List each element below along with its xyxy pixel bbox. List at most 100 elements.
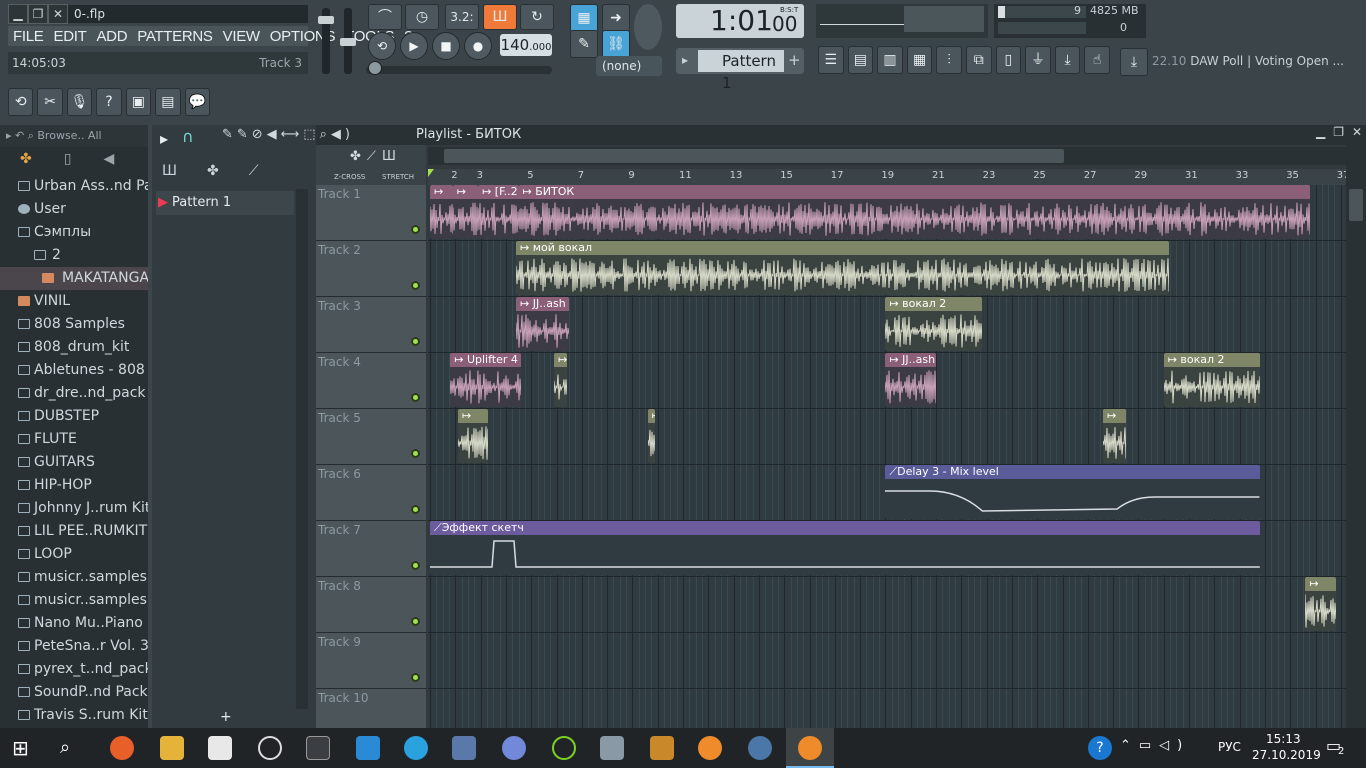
playlist-clip[interactable]: ↦ <box>1305 577 1336 631</box>
browser-all-icon[interactable]: ✤ <box>20 151 32 167</box>
track-header[interactable]: Track 6 <box>316 465 426 521</box>
browser-item[interactable]: Johnny J..rum Kit <box>0 497 150 520</box>
record-audio-icon[interactable]: 🎙 <box>66 88 93 116</box>
edit-tools-icon[interactable]: ✎✎⊘◀⟷⬚⌕◀) <box>222 127 354 142</box>
track-header[interactable]: Track 8 <box>316 577 426 633</box>
song-position-display[interactable]: 1:01 00 B:S:T <box>676 4 804 38</box>
playlist-clip[interactable]: ↦ <box>647 409 656 463</box>
browser-item[interactable]: dr_dre..nd_pack <box>0 382 148 405</box>
playlist-clip[interactable]: ↦ вокал 2 <box>885 297 982 351</box>
firefox-icon[interactable] <box>110 736 134 760</box>
automation-icon[interactable]: ⟋ <box>249 163 259 179</box>
blend-notes-icon[interactable]: Ш <box>483 4 517 30</box>
language-indicator[interactable]: РУС <box>1218 740 1241 754</box>
track-mute-led[interactable] <box>411 225 420 234</box>
metronome-icon[interactable]: ◷ <box>405 4 439 30</box>
file-explorer-icon[interactable] <box>160 736 184 760</box>
browser-item[interactable]: GUITARS <box>0 451 148 474</box>
vscroll-thumb[interactable] <box>1349 189 1363 221</box>
clip-header[interactable]: ↦ JJ..ash <box>516 297 570 311</box>
timeline-ruler[interactable]: 2 3 5 7 9 11 13 15 17 19 21 23 25 27 29 31 33 35 37 <box>428 169 1352 185</box>
mixer-icon[interactable]: ☰ <box>818 46 844 74</box>
playlist-clip[interactable]: ↦ мой вокал <box>516 241 1169 295</box>
track-header[interactable]: Track 9 <box>316 633 426 689</box>
clip-header[interactable]: ↦ <box>1305 577 1336 591</box>
browser-item[interactable]: SoundP..nd Pack <box>0 681 148 704</box>
play-button[interactable]: ▶ <box>400 32 428 60</box>
playlist-arrow-icon[interactable]: ▸ <box>160 129 168 148</box>
news-ticker[interactable]: 22.10 DAW Poll | Voting Open ... <box>1152 50 1344 72</box>
clip-header[interactable]: ⟋Эффект скетч <box>430 521 1260 535</box>
track-mute-led[interactable] <box>411 617 420 626</box>
tempo-mode-button[interactable]: 3.2: <box>445 4 479 30</box>
playlist-grid[interactable]: ↦ ↦ ↦ [F..2 ↦ БИТОК ↦ мой вокал ↦ JJ..ash ↦ … <box>428 185 1352 730</box>
game-icon[interactable] <box>600 736 624 760</box>
browser-item[interactable]: Travis S..rum Kit <box>0 704 148 727</box>
search-icon[interactable]: ⌕ <box>60 736 84 760</box>
telegram-icon[interactable] <box>404 736 428 760</box>
record-mode-icon[interactable]: ⌒ <box>368 4 402 30</box>
clip-header[interactable]: ↦ [F..2 <box>478 185 519 199</box>
pattern-prev-icon[interactable]: ▸ <box>682 53 688 67</box>
chat-icon[interactable]: 💬 <box>184 88 210 116</box>
clip-header[interactable]: ↦ <box>647 409 656 423</box>
pencil-tool-icon[interactable]: ✎ <box>570 30 598 58</box>
system-tray-icons[interactable]: ⌃▭◁) <box>1120 738 1190 753</box>
track-header[interactable]: Track 2 <box>316 241 426 297</box>
clip-header[interactable]: ↦ вокал 2 <box>1163 353 1260 367</box>
browser-item[interactable]: 808_drum_kit <box>0 336 148 359</box>
browser-item[interactable]: 2 <box>0 244 148 267</box>
undo-history-icon[interactable]: ⟲ <box>8 88 34 116</box>
track-mute-led[interactable] <box>411 393 420 402</box>
clip-header[interactable]: ↦ <box>452 185 479 199</box>
add-pattern-button[interactable]: + <box>220 709 232 725</box>
browser-item[interactable]: VINIL <box>0 290 148 313</box>
track-mute-led[interactable] <box>411 673 420 682</box>
browser-item[interactable]: Сэмплы <box>0 221 148 244</box>
stop-button[interactable]: ■ <box>432 32 460 60</box>
pattern-list-item[interactable]: ▶ Pattern 1 <box>156 191 294 215</box>
audio-icon[interactable]: ✤ <box>207 163 219 179</box>
vk-icon[interactable] <box>748 736 772 760</box>
help-icon[interactable]: ? <box>96 88 122 116</box>
tray-date[interactable]: 27.10.2019 <box>1252 748 1321 762</box>
clip-header[interactable]: ↦ БИТОК <box>518 185 1311 199</box>
volume-knob[interactable] <box>318 16 334 24</box>
network-app-icon[interactable] <box>452 736 476 760</box>
playlist-clip[interactable]: ↦ вокал 2 <box>1163 353 1260 407</box>
pattern-selector[interactable]: ▸ Pattern 1 + <box>676 48 804 92</box>
vertical-scrollbar[interactable] <box>1346 145 1366 728</box>
plug-icon[interactable]: ⏚ <box>1025 46 1051 74</box>
browser-item[interactable]: Abletunes - 808 <box>0 359 148 382</box>
playlist-window-controls[interactable]: ▁❐✕ <box>1316 125 1366 139</box>
playlist-clip[interactable]: ↦ <box>553 353 567 407</box>
channel-rack-icon[interactable]: ▦ <box>906 46 933 74</box>
browser-item[interactable]: User <box>0 198 148 221</box>
restore-button[interactable]: ❐ <box>28 4 48 24</box>
menu-edit[interactable]: EDIT <box>48 28 91 45</box>
fl-studio-icon[interactable] <box>698 736 722 760</box>
tray-time[interactable]: 15:13 <box>1266 732 1301 746</box>
browser-item[interactable]: MAKATANGA <box>0 267 149 290</box>
clip-header[interactable]: ↦ <box>430 185 453 199</box>
playlist-clip[interactable]: ↦ [F..2 <box>478 185 519 239</box>
midi-input-select[interactable]: (none) <box>596 56 662 76</box>
clip-header[interactable]: ↦ <box>1102 409 1126 423</box>
track-header[interactable]: Track 7 <box>316 521 426 577</box>
browser-item[interactable]: 808 Samples <box>0 313 148 336</box>
pattern-list-scrollbar[interactable] <box>296 189 308 709</box>
browser-item[interactable]: PeteSna..r Vol. 3 <box>0 635 149 658</box>
menu-patterns[interactable]: PATTERNS <box>132 28 217 45</box>
main-pitch-slider[interactable] <box>366 66 552 74</box>
browser-item[interactable]: musicr..samples <box>0 589 148 612</box>
playlist-clip[interactable]: ⟋Эффект скетч <box>430 521 1260 575</box>
clip-header[interactable]: ↦ <box>457 409 489 423</box>
playlist-clip[interactable]: ⟋Delay 3 - Mix level <box>885 465 1260 519</box>
track-mute-led[interactable] <box>411 505 420 514</box>
track-header[interactable]: Track 3 <box>316 297 426 353</box>
camera-icon[interactable] <box>208 736 232 760</box>
track-mute-led[interactable] <box>411 337 420 346</box>
browser-nav-icon[interactable]: ▸ ↶ ⌕ <box>6 129 37 142</box>
plugin-picker-icon[interactable]: ▯ <box>995 46 1022 74</box>
touch-controller-icon[interactable]: ☝ <box>1084 46 1110 74</box>
